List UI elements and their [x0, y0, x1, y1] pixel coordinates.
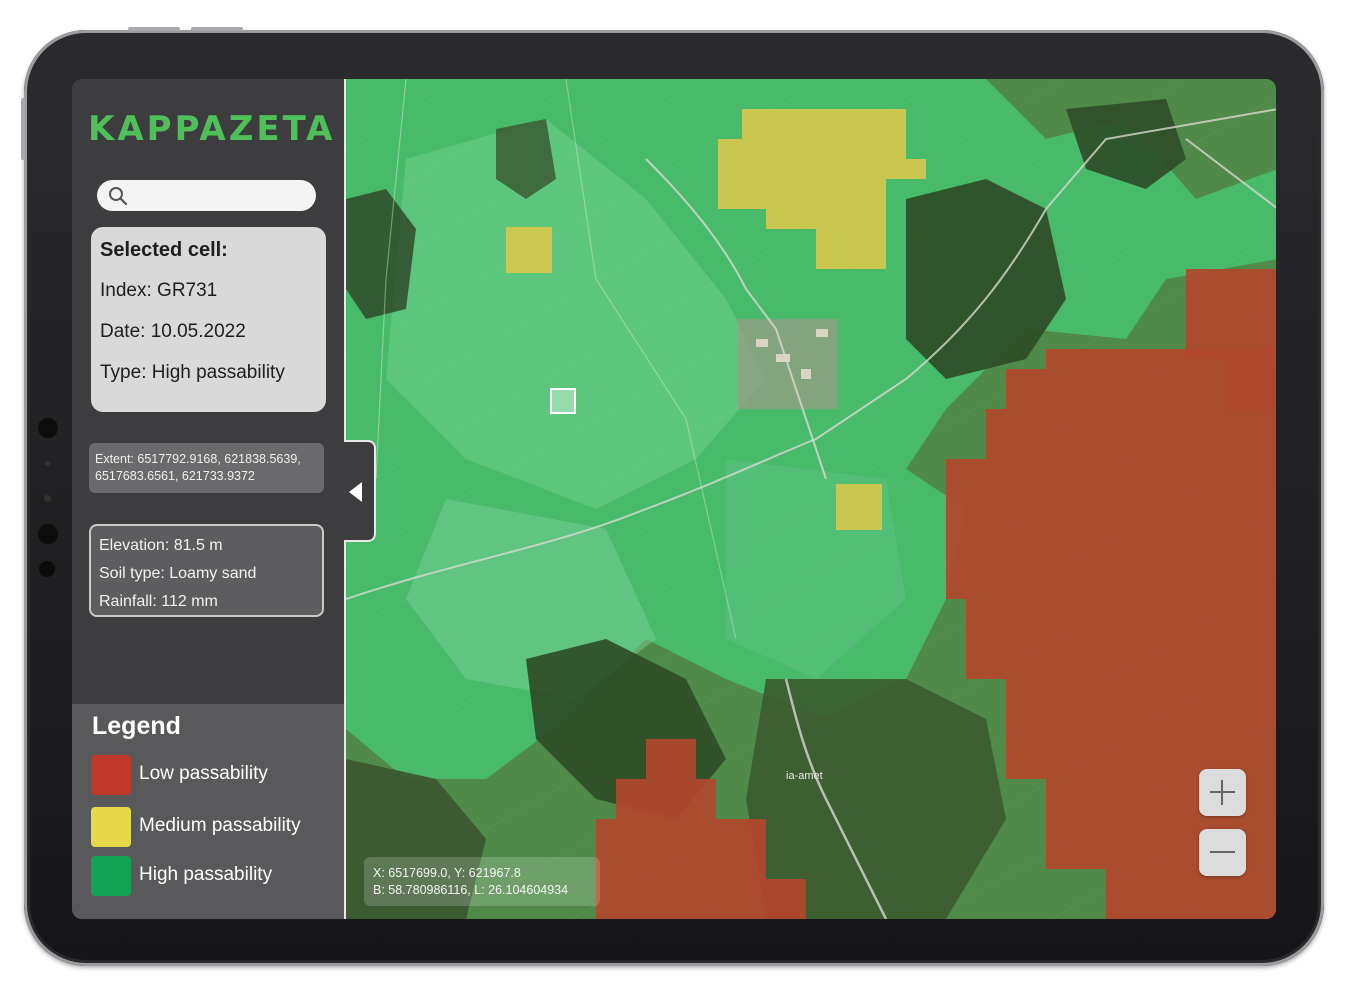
medium-passability-cell [506, 227, 552, 273]
legend-label-high: High passability [139, 864, 273, 885]
legend-swatch-medium [91, 807, 131, 847]
zoom-in-button[interactable] [1199, 769, 1246, 816]
extent-box: Extent: 6517792.9168, 621838.5639, 65176… [89, 443, 324, 493]
medium-passability-cell [836, 484, 882, 530]
selected-cell-title: Selected cell: [100, 239, 228, 261]
chevron-left-icon [349, 482, 362, 502]
building [756, 339, 768, 347]
building [816, 329, 828, 337]
elevation-value: Elevation: 81.5 m [99, 537, 223, 554]
sensor-dot [38, 524, 58, 544]
sensor-dot [39, 561, 55, 577]
place-label: ia-amet [786, 770, 823, 782]
cell-properties-box: Elevation: 81.5 m Soil type: Loamy sand … [89, 524, 324, 617]
sensor-dot [45, 461, 50, 466]
search-icon [109, 187, 128, 206]
legend-label-medium: Medium passability [139, 815, 301, 836]
zoom-out-button[interactable] [1199, 829, 1246, 876]
plus-icon-vertical [1221, 780, 1223, 805]
rainfall-value: Rainfall: 112 mm [99, 593, 218, 610]
power-button [21, 98, 25, 160]
sidebar: KAPPAZETA Selected cell: Index: GR731 Da… [72, 79, 344, 919]
building [801, 369, 811, 379]
coords-bl: B: 58.780986116, L: 26.104604934 [373, 883, 569, 897]
search-input[interactable] [97, 180, 316, 211]
selected-cell-card: Selected cell: Index: GR731 Date: 10.05.… [91, 227, 326, 412]
coordinate-readout: X: 6517699.0, Y: 621967.8 B: 58.78098611… [364, 857, 600, 906]
kappazeta-logo: KAPPAZETA [88, 109, 336, 149]
selected-cell-highlight[interactable] [550, 388, 576, 414]
volume-down-button [191, 27, 243, 31]
coords-xy: X: 6517699.0, Y: 621967.8 [373, 866, 521, 880]
sensor-dot [38, 418, 58, 438]
camera-lens [44, 495, 51, 502]
legend-swatch-high [91, 856, 131, 896]
legend-panel: Legend Low passability Medium passabilit… [72, 704, 344, 919]
soil-type-value: Soil type: Loamy sand [99, 565, 257, 582]
extent-line-2: 6517683.6561, 621733.9372 [95, 469, 255, 483]
minus-icon [1210, 851, 1235, 853]
app-screen: ia-amet KAPPAZETA Selected cell: Index: … [72, 79, 1276, 919]
selected-cell-date: Date: 10.05.2022 [100, 321, 246, 342]
legend-title: Legend [92, 712, 181, 740]
legend-swatch-low [91, 755, 131, 795]
selected-cell-type: Type: High passability [100, 362, 285, 383]
map-canvas[interactable]: ia-amet [346, 79, 1276, 919]
selected-cell-index: Index: GR731 [100, 280, 218, 301]
volume-up-button [128, 27, 180, 31]
map-view[interactable]: ia-amet [344, 79, 1276, 919]
building [776, 354, 790, 362]
extent-line-1: Extent: 6517792.9168, 621838.5639, [95, 452, 301, 466]
legend-label-low: Low passability [139, 763, 268, 784]
collapse-sidebar-button[interactable] [344, 440, 376, 542]
